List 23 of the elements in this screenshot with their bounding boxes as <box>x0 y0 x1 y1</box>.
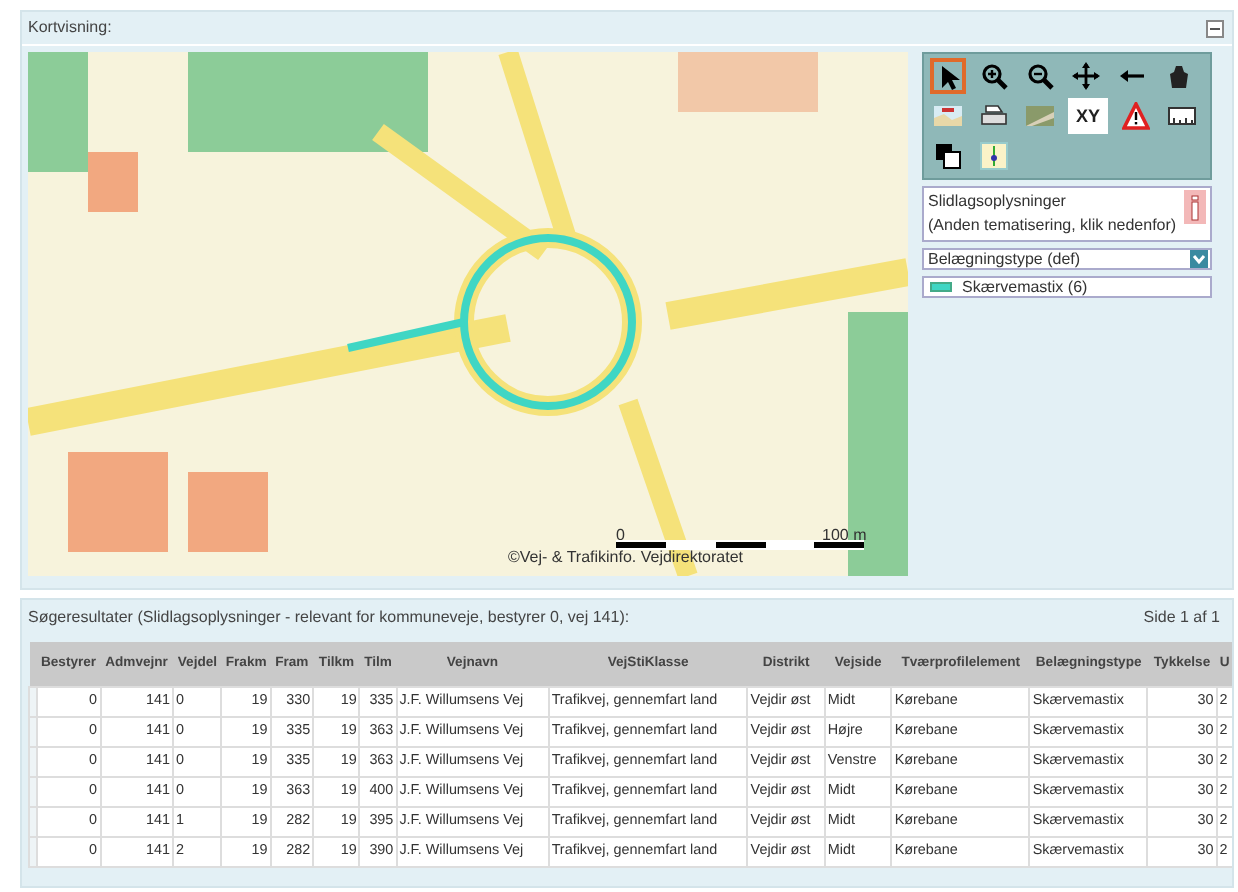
layers-icon[interactable] <box>930 138 966 174</box>
zoom-out-icon[interactable] <box>1022 58 1058 94</box>
dropdown-icon <box>1190 250 1208 268</box>
scale-label: 0 <box>616 524 625 548</box>
results-title: Søgeresultater (Slidlagsoplysninger - relevant for kommuneveje, bestyrer 0, vej 141): <box>28 606 630 630</box>
panel-title: Kortvisning: <box>28 16 112 40</box>
copyright-text: ©Vej- & Trafikinfo. Vejdirektoratet <box>508 546 744 570</box>
pointer-icon[interactable] <box>930 58 966 94</box>
info-icon[interactable] <box>1184 190 1206 224</box>
page-indicator: Side 1 af 1 <box>1143 606 1220 630</box>
xy-button[interactable]: XY <box>1068 98 1108 134</box>
theme-info-text: Slidlagsoplysninger <box>928 190 1068 214</box>
warning-icon[interactable] <box>1118 98 1154 134</box>
zoom-in-icon[interactable] <box>976 58 1012 94</box>
collapse-icon[interactable] <box>1206 19 1224 37</box>
legend-icon[interactable] <box>976 138 1012 174</box>
theme-info-box[interactable]: Slidlagsoplysninger (Anden tematisering, klik nedenfor) <box>922 186 1212 242</box>
legend-label: Skærvemastix (6) <box>962 275 1088 299</box>
theme-dropdown[interactable]: Belægningstype (def) <box>922 248 1212 270</box>
scale-label: 100 m <box>822 524 867 548</box>
scale-bar-icon <box>616 540 864 550</box>
theme-info-text: (Anden tematisering, klik nedenfor) <box>928 214 1177 238</box>
move-icon[interactable] <box>1068 58 1104 94</box>
